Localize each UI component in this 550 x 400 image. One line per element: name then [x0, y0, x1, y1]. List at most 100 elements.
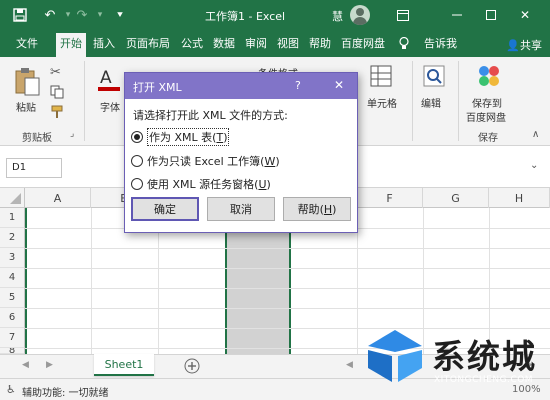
separator: [84, 61, 85, 141]
row-header-1[interactable]: 1: [0, 208, 25, 228]
save-group-label: 保存: [478, 133, 498, 144]
ribbon-tabs: 文件 开始 插入 页面布局 公式 数据 审阅 视图 帮助 百度网盘 告诉我 👤共…: [0, 30, 550, 57]
radio-xml-source-pane[interactable]: [131, 178, 143, 190]
row-header-7[interactable]: 7: [0, 328, 25, 348]
minimize-icon[interactable]: [446, 4, 468, 26]
window-title: 工作簿1 - Excel: [205, 10, 286, 23]
status-text[interactable]: 辅助功能: 一切就绪: [22, 384, 109, 399]
watermark-subtext: XITONGCHENG.COM: [434, 375, 534, 385]
prev-sheet-icon[interactable]: ◀: [22, 360, 29, 370]
redo-dropdown-icon[interactable]: ▾: [90, 5, 110, 25]
gridline: [25, 268, 550, 269]
format-painter-icon[interactable]: [50, 105, 64, 122]
separator: [412, 61, 413, 141]
dialog-title-bar[interactable]: 打开 XML ? ✕: [125, 73, 357, 99]
scroll-left-icon[interactable]: ◀: [346, 360, 353, 370]
copy-icon[interactable]: [50, 85, 64, 102]
help-button[interactable]: 帮助(H): [283, 197, 351, 221]
option-readonly-workbook-label: 作为只读 Excel 工作簿(W): [147, 155, 280, 168]
tab-review[interactable]: 审阅: [245, 37, 267, 51]
baidu-cloud-icon[interactable]: [476, 63, 502, 92]
accessibility-icon[interactable]: ♿: [6, 383, 16, 396]
select-all-corner[interactable]: [0, 188, 25, 208]
radio-readonly-workbook[interactable]: [131, 155, 143, 167]
editing-label: 编辑: [421, 99, 441, 110]
row-header-3[interactable]: 3: [0, 248, 25, 268]
lightbulb-icon[interactable]: [399, 36, 409, 51]
dialog-prompt: 请选择打开此 XML 文件的方式:: [133, 109, 288, 122]
watermark: 系统城 XITONGCHENG.COM: [360, 322, 550, 394]
undo-icon[interactable]: ↶: [40, 5, 60, 25]
option-xml-source-pane-label: 使用 XML 源任务窗格(U): [147, 178, 271, 191]
dialog-help-icon[interactable]: ?: [295, 79, 301, 92]
svg-text:A: A: [100, 68, 112, 88]
gridline: [25, 308, 550, 309]
clipboard-launcher-icon[interactable]: ⌟: [70, 129, 74, 139]
paste-label: 粘贴: [16, 103, 36, 114]
column-header-f[interactable]: F: [357, 188, 423, 208]
save-to-label: 保存到: [472, 99, 502, 110]
person-icon: 👤: [506, 39, 520, 52]
row-header-2[interactable]: 2: [0, 228, 25, 248]
cancel-button[interactable]: 取消: [207, 197, 275, 221]
redo-icon[interactable]: ↷: [72, 5, 92, 25]
user-name: 慧: [332, 10, 343, 23]
dialog-title: 打开 XML: [133, 81, 182, 94]
title-bar: ↶ ▾ ↷ ▾ ⯆ 工作簿1 - Excel 慧 ✕: [0, 0, 550, 30]
gridline: [25, 288, 550, 289]
tab-home[interactable]: 开始: [56, 33, 86, 57]
tab-formulas[interactable]: 公式: [181, 37, 203, 51]
column-header-a[interactable]: A: [25, 188, 91, 208]
open-xml-dialog: 打开 XML ? ✕ 请选择打开此 XML 文件的方式: 作为 XML 表(T)…: [124, 72, 358, 233]
tab-data[interactable]: 数据: [213, 37, 235, 51]
paste-icon[interactable]: [14, 67, 42, 100]
option-xml-source-pane[interactable]: 使用 XML 源任务窗格(U): [131, 176, 271, 192]
share-button[interactable]: 👤共享: [506, 37, 542, 53]
save-icon[interactable]: [10, 5, 30, 25]
cell-cursor-edge: [25, 208, 27, 354]
cells-icon[interactable]: [370, 65, 392, 92]
radio-xml-table[interactable]: [131, 131, 143, 143]
ribbon-display-options-icon[interactable]: [392, 4, 414, 26]
watermark-logo-icon: [368, 330, 422, 382]
collapse-ribbon-icon[interactable]: ∧: [532, 129, 539, 140]
column-header-h[interactable]: H: [489, 188, 550, 208]
restore-icon[interactable]: [480, 4, 502, 26]
tab-file[interactable]: 文件: [16, 37, 38, 51]
column-header-g[interactable]: G: [423, 188, 489, 208]
tab-baidu-pan[interactable]: 百度网盘: [341, 37, 385, 51]
close-icon[interactable]: ✕: [514, 4, 536, 26]
tab-insert[interactable]: 插入: [93, 37, 115, 51]
font-icon[interactable]: A: [97, 65, 121, 96]
dialog-close-icon[interactable]: ✕: [334, 78, 344, 92]
avatar[interactable]: [350, 5, 370, 25]
cut-icon[interactable]: ✂: [50, 65, 61, 80]
row-header-4[interactable]: 4: [0, 268, 25, 288]
font-label: 字体: [100, 103, 120, 114]
share-label: 共享: [520, 39, 542, 52]
sheet-tab-sheet1[interactable]: Sheet1: [94, 354, 154, 376]
gridline: [91, 208, 92, 354]
name-box[interactable]: D1: [6, 158, 62, 178]
tab-view[interactable]: 视图: [277, 37, 299, 51]
tab-help[interactable]: 帮助: [309, 37, 331, 51]
ok-button[interactable]: 确定: [131, 197, 199, 221]
cells-label: 单元格: [367, 99, 397, 110]
find-icon[interactable]: [423, 65, 445, 92]
expand-formula-bar-icon[interactable]: ⌄: [530, 160, 538, 171]
tell-me-search[interactable]: 告诉我: [424, 37, 457, 51]
tab-page-layout[interactable]: 页面布局: [126, 37, 170, 51]
plus-icon[interactable]: [184, 358, 200, 377]
clipboard-group-label: 剪贴板: [22, 133, 52, 144]
option-xml-table-label: 作为 XML 表(T): [147, 128, 230, 146]
next-sheet-icon[interactable]: ▶: [46, 360, 53, 370]
row-header-6[interactable]: 6: [0, 308, 25, 328]
customize-quick-access-icon[interactable]: ⯆: [110, 5, 130, 25]
row-header-5[interactable]: 5: [0, 288, 25, 308]
option-readonly-workbook[interactable]: 作为只读 Excel 工作簿(W): [131, 153, 280, 169]
option-xml-table[interactable]: 作为 XML 表(T): [131, 128, 230, 146]
watermark-text: 系统城: [432, 337, 537, 376]
gridline: [25, 248, 550, 249]
baidu-pan-label: 百度网盘: [466, 113, 506, 124]
separator: [458, 61, 459, 141]
